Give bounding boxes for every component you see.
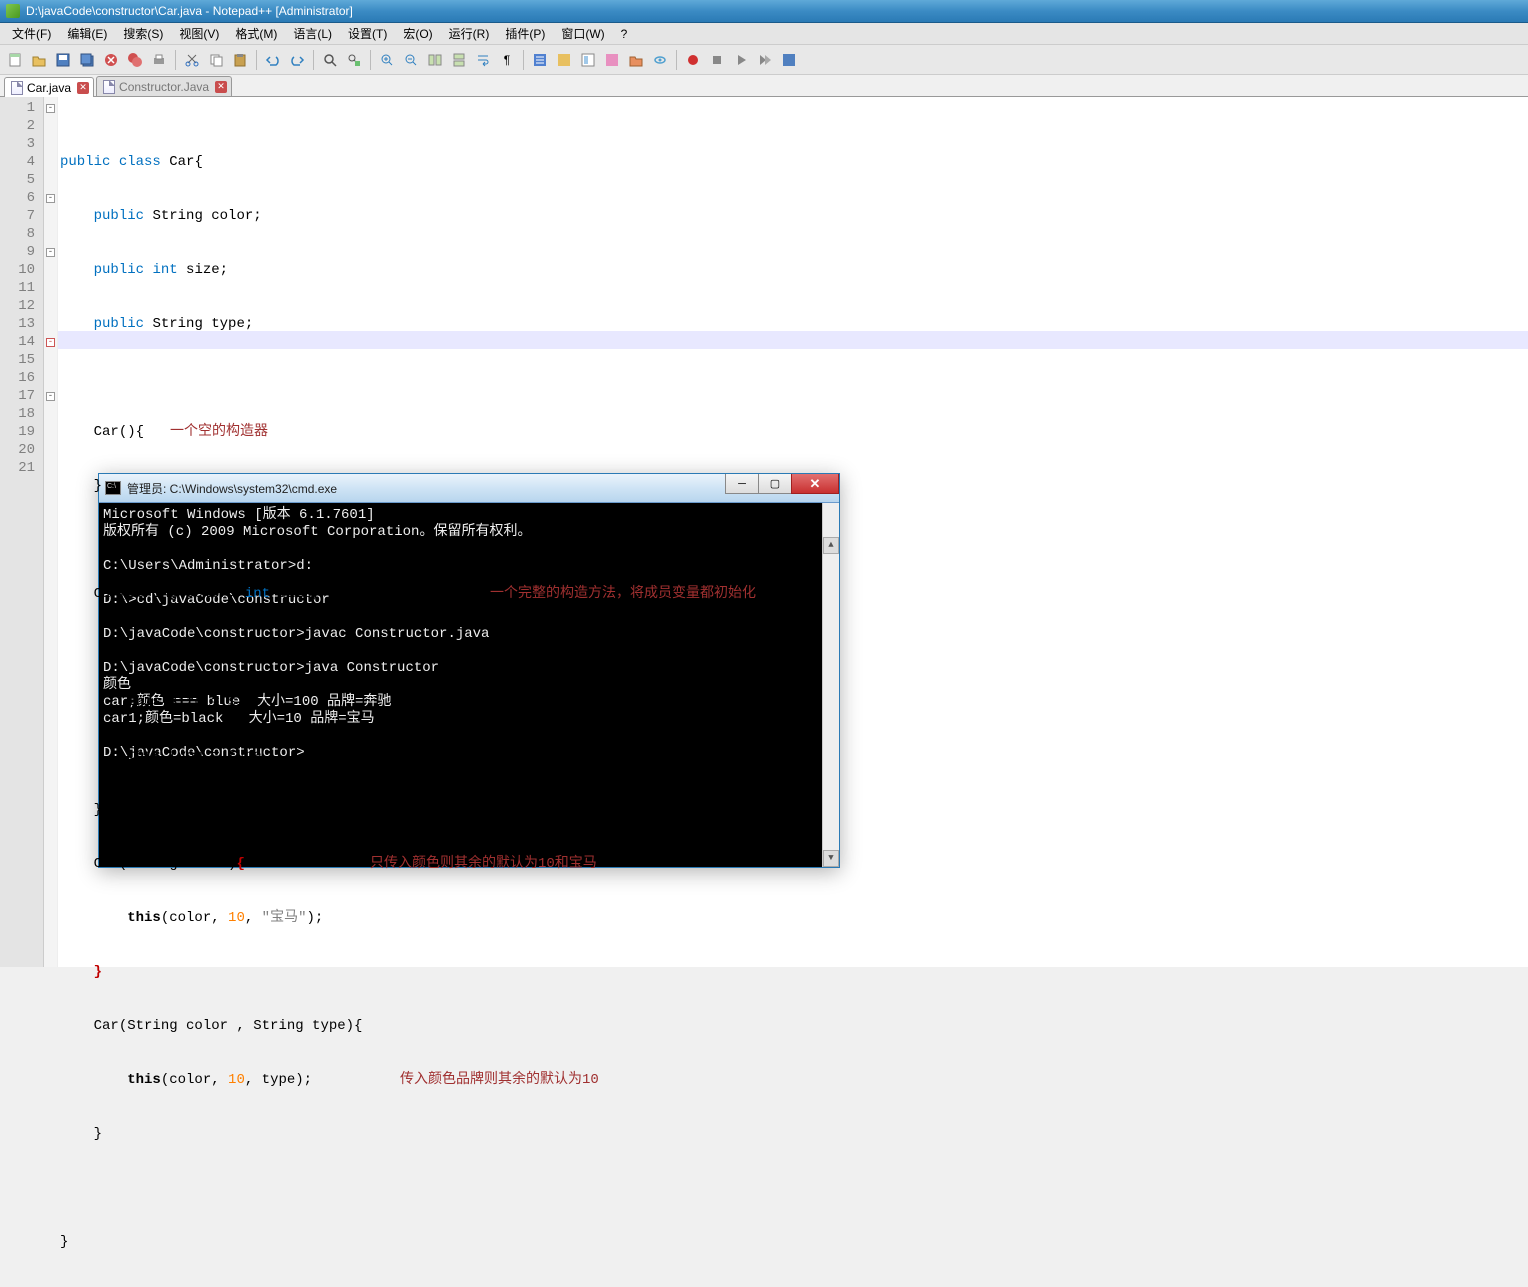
monitor-icon[interactable]	[649, 49, 671, 71]
toolbar-separator	[256, 50, 257, 70]
func-list-icon[interactable]	[601, 49, 623, 71]
save-all-icon[interactable]	[76, 49, 98, 71]
cmd-title-bar[interactable]: 管理员: C:\Windows\system32\cmd.exe ─ ▢ ✕	[99, 474, 839, 503]
cmd-line: car1;颜色=black 大小=10 品牌=宝马	[103, 711, 375, 727]
close-icon[interactable]	[100, 49, 122, 71]
redo-icon[interactable]	[286, 49, 308, 71]
cmd-scrollbar[interactable]: ▲ ▼	[822, 503, 839, 867]
app-icon	[6, 4, 20, 18]
minimize-button[interactable]: ─	[725, 474, 759, 494]
toolbar: ¶	[0, 45, 1528, 75]
cut-icon[interactable]	[181, 49, 203, 71]
toolbar-separator	[523, 50, 524, 70]
play-icon[interactable]	[730, 49, 752, 71]
close-button[interactable]: ✕	[791, 474, 839, 494]
line-number-gutter: 123 456 789 101112 131415 161718 192021	[0, 97, 44, 967]
annotation: 一个空的构造器	[170, 423, 268, 441]
tab-close-icon[interactable]: ✕	[215, 81, 227, 93]
menu-search[interactable]: 搜索(S)	[115, 23, 171, 44]
open-file-icon[interactable]	[28, 49, 50, 71]
save-macro-icon[interactable]	[778, 49, 800, 71]
show-all-chars-icon[interactable]: ¶	[496, 49, 518, 71]
menu-help[interactable]: ?	[613, 25, 636, 43]
cmd-line: C:\Users\Administrator>d:	[103, 558, 313, 574]
save-icon[interactable]	[52, 49, 74, 71]
sync-h-icon[interactable]	[448, 49, 470, 71]
cmd-window[interactable]: 管理员: C:\Windows\system32\cmd.exe ─ ▢ ✕ M…	[98, 473, 840, 868]
replace-icon[interactable]	[343, 49, 365, 71]
find-icon[interactable]	[319, 49, 341, 71]
menu-edit[interactable]: 编辑(E)	[59, 23, 115, 44]
menu-format[interactable]: 格式(M)	[227, 23, 285, 44]
maximize-button[interactable]: ▢	[758, 474, 792, 494]
toolbar-separator	[676, 50, 677, 70]
print-icon[interactable]	[148, 49, 170, 71]
menu-run[interactable]: 运行(R)	[441, 23, 498, 44]
zoom-out-icon[interactable]	[400, 49, 422, 71]
close-all-icon[interactable]	[124, 49, 146, 71]
cmd-line: D:\javaCode\constructor>java Constructor	[103, 660, 439, 676]
annotation: 传入颜色品牌则其余的默认为10	[400, 1071, 599, 1089]
wrap-icon[interactable]	[472, 49, 494, 71]
menu-plugins[interactable]: 插件(P)	[497, 23, 553, 44]
zoom-in-icon[interactable]	[376, 49, 398, 71]
folder-icon[interactable]	[625, 49, 647, 71]
menu-bar: 文件(F) 编辑(E) 搜索(S) 视图(V) 格式(M) 语言(L) 设置(T…	[0, 23, 1528, 45]
file-icon	[11, 81, 23, 95]
toolbar-separator	[370, 50, 371, 70]
stop-icon[interactable]	[706, 49, 728, 71]
sync-v-icon[interactable]	[424, 49, 446, 71]
menu-window[interactable]: 窗口(W)	[553, 23, 612, 44]
tab-constructor-java[interactable]: Constructor.Java ✕	[96, 76, 232, 96]
tab-label: Car.java	[27, 81, 71, 95]
menu-language[interactable]: 语言(L)	[285, 23, 340, 44]
tab-label: Constructor.Java	[119, 80, 209, 94]
file-icon	[103, 80, 115, 94]
menu-file[interactable]: 文件(F)	[4, 23, 59, 44]
window-title-bar[interactable]: D:\javaCode\constructor\Car.java - Notep…	[0, 0, 1528, 23]
cmd-title: 管理员: C:\Windows\system32\cmd.exe	[127, 480, 337, 497]
cmd-line: 版权所有 (c) 2009 Microsoft Corporation。保留所有…	[103, 524, 531, 540]
scroll-down-icon[interactable]: ▼	[823, 850, 839, 867]
indent-guide-icon[interactable]	[529, 49, 551, 71]
cmd-line: Microsoft Windows [版本 6.1.7601]	[103, 507, 375, 523]
cmd-output[interactable]: Microsoft Windows [版本 6.1.7601] 版权所有 (c)…	[99, 503, 839, 867]
scroll-up-icon[interactable]: ▲	[823, 537, 839, 554]
window-title: D:\javaCode\constructor\Car.java - Notep…	[26, 4, 353, 18]
cmd-icon	[105, 481, 121, 495]
menu-view[interactable]: 视图(V)	[171, 23, 227, 44]
menu-settings[interactable]: 设置(T)	[340, 23, 395, 44]
record-icon[interactable]	[682, 49, 704, 71]
cmd-line: 颜色	[103, 677, 131, 693]
fold-column[interactable]: - - - - -	[44, 97, 58, 967]
tab-close-icon[interactable]: ✕	[77, 82, 89, 94]
new-file-icon[interactable]	[4, 49, 26, 71]
annotation: 一个完整的构造方法，将成员变量都初始化	[490, 585, 756, 603]
toolbar-separator	[175, 50, 176, 70]
menu-macro[interactable]: 宏(O)	[395, 23, 440, 44]
toolbar-separator	[313, 50, 314, 70]
undo-icon[interactable]	[262, 49, 284, 71]
doc-map-icon[interactable]	[577, 49, 599, 71]
annotation: 只传入颜色则其余的默认为10和宝马	[370, 855, 597, 873]
copy-icon[interactable]	[205, 49, 227, 71]
paste-icon[interactable]	[229, 49, 251, 71]
tab-car-java[interactable]: Car.java ✕	[4, 77, 94, 97]
play-multi-icon[interactable]	[754, 49, 776, 71]
tabs-bar: Car.java ✕ Constructor.Java ✕	[0, 75, 1528, 97]
user-lang-icon[interactable]	[553, 49, 575, 71]
